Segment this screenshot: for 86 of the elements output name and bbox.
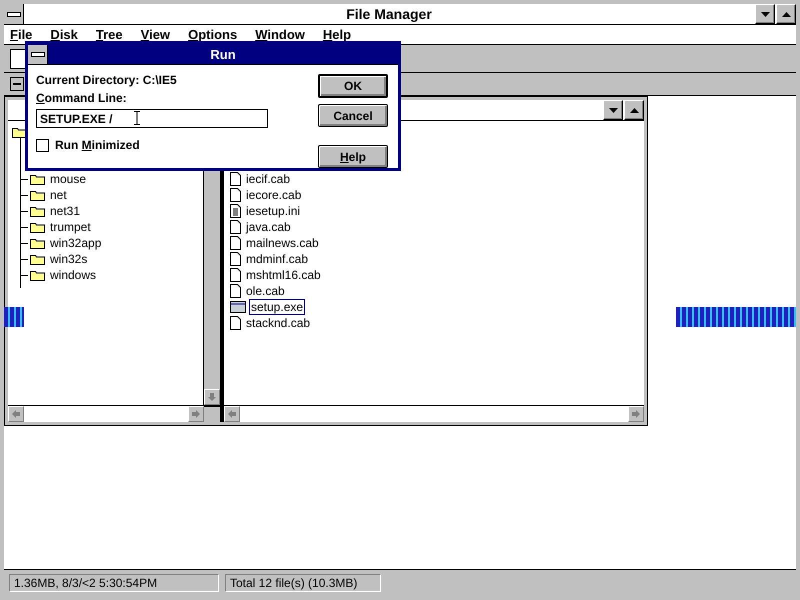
menu-item[interactable]: Tree [94,27,131,42]
file-icon [230,220,241,234]
file-row[interactable]: mdminf.cab [230,251,644,267]
drive-dropdown[interactable] [10,48,26,68]
folder-icon [30,270,45,280]
maximize-button[interactable] [624,100,644,120]
file-icon [230,236,241,250]
current-directory-label: Current Directory: C:\IE5 [36,73,178,87]
file-name: iecif.cab [245,171,292,187]
left-arrow-icon [228,410,236,418]
scroll-arrow-button[interactable] [628,406,644,422]
folder-icon [30,254,45,264]
menu-item[interactable]: File [8,27,40,42]
file-name: setup.exe [249,299,306,315]
left-arrow-icon [12,410,20,418]
system-menu-button[interactable] [28,44,48,64]
caret-down-icon [608,108,618,112]
minus-icon [13,83,21,85]
folder-icon [30,190,45,200]
file-name: ole.cab [245,283,286,299]
file-icon [230,252,241,266]
menu-item[interactable]: Window [253,27,313,42]
menu-item[interactable]: View [138,27,178,42]
file-name: mshtml16.cab [245,267,322,283]
file-row[interactable]: iesetup.ini [230,203,644,219]
command-line-field[interactable]: SETUP.EXE / [36,109,268,128]
file-icon [230,268,241,282]
file-row[interactable]: java.cab [230,219,644,235]
dialog-button[interactable]: OK [318,74,388,98]
minimize-button[interactable] [603,100,623,120]
status-text: Total 12 file(s) (10.3MB) [225,574,381,592]
folder-icon [30,206,45,216]
file-name: iecore.cab [245,187,302,203]
scroll-arrow-button[interactable] [224,406,240,422]
command-line-label: Command Line: [36,91,128,105]
minimize-button[interactable] [755,4,775,24]
file-row[interactable]: iecore.cab [230,187,644,203]
folder-name[interactable]: trumpet [48,219,93,235]
folder-name[interactable]: win32app [48,235,104,251]
file-name: mailnews.cab [245,235,320,251]
menu-item[interactable]: Disk [48,27,86,42]
folder-name[interactable]: net [48,187,69,203]
dialog-title: Run [209,46,237,62]
folder-icon [30,222,45,232]
scroll-arrow-button[interactable] [204,389,220,405]
folder-icon [30,174,45,184]
menu-item[interactable]: Options [186,27,246,42]
file-name: mdminf.cab [245,251,310,267]
file-row[interactable]: ole.cab [230,283,644,299]
file-row[interactable]: stacknd.cab [230,315,644,331]
maximize-button[interactable] [776,4,796,24]
file-icon [230,316,241,330]
file-icon [230,188,241,202]
file-name: stacknd.cab [245,315,312,331]
file-row[interactable]: iecif.cab [230,171,644,187]
checkbox-label: Run Minimized [55,138,140,152]
scroll-arrow-button[interactable] [188,406,204,422]
caret-down-icon [760,12,770,16]
right-arrow-icon [192,410,200,418]
drive-button[interactable] [10,77,24,91]
folder-icon [30,238,45,248]
caret-up-icon [630,108,638,112]
folder-name[interactable]: mouse [48,171,88,187]
status-text: 1.36MB, 8/3/<2 5:30:54PM [9,574,219,592]
program-icon [230,301,246,313]
text-file-icon [230,204,241,218]
down-arrow-icon [208,393,216,401]
text-cursor-icon [133,111,141,125]
caret-up-icon [782,12,790,16]
dialog-button[interactable]: Help [318,145,388,168]
right-arrow-icon [632,410,640,418]
file-icon [230,284,241,298]
dialog-button[interactable]: Cancel [318,104,388,127]
file-row[interactable]: mailnews.cab [230,235,644,251]
file-row[interactable]: setup.exe [230,299,644,315]
folder-name[interactable]: net31 [48,203,82,219]
checkbox[interactable] [36,138,49,152]
folder-name[interactable]: win32s [48,251,90,267]
file-name: iesetup.ini [245,203,302,219]
scroll-arrow-button[interactable] [8,406,24,422]
file-row[interactable]: mshtml16.cab [230,267,644,283]
file-name: java.cab [244,219,292,235]
menu-item[interactable]: Help [320,27,360,42]
window-title: File Manager [345,6,433,22]
folder-name[interactable]: windows [48,267,98,283]
striped-bar-drawing [4,307,24,327]
